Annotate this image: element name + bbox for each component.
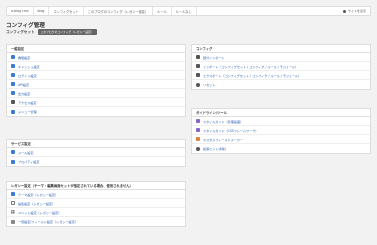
item-label: ユニット設定（レガシー設定） [18, 210, 62, 215]
breadcrumb-item-root[interactable]: a-blog cms [7, 7, 34, 15]
legacy-settings-panel: レガシー設定（テーマ・編集画面セットが指定されている場合、使用されません） テー… [6, 181, 186, 227]
list-item[interactable]: エクスポート（コンフィグセット / コンフィグ / ルール / モジュール） [192, 71, 370, 80]
list-item[interactable]: キャッシュ設定 [7, 62, 185, 71]
grid-icon [11, 210, 15, 214]
breadcrumb-item-rule[interactable]: ルール [153, 7, 172, 15]
item-label: API設定 [18, 82, 30, 87]
item-label: カスタムフィールドメーカー [203, 137, 243, 142]
general-settings-panel: 一般設定 機能設定 キャッシュ設定 ログイン設定 API設定 出力設定 アクセス… [6, 44, 186, 117]
list-item[interactable]: 機能設定 [7, 53, 185, 62]
list-item[interactable]: 部分インポート [192, 53, 370, 62]
item-label: スタイルガイド（管理画面） [203, 119, 244, 124]
subtitle-row: コンフィグセット このブログのコンフィグ（レガシー設定） [6, 29, 97, 35]
item-label: メニュー管理 [18, 110, 37, 114]
list-item[interactable]: メール設定 [7, 148, 185, 157]
list-item[interactable]: プロパティ設定 [7, 157, 185, 166]
item-label: テーマ設定（レガシー設定） [18, 192, 59, 197]
palette-icon [196, 128, 200, 132]
breadcrumb-item-configset[interactable]: コンフィグセット [49, 7, 84, 15]
list-item[interactable]: API設定 [7, 80, 185, 89]
item-label: 一覧設定/フィールド設定（レガシー設定） [18, 220, 78, 224]
list-item[interactable]: ユニット設定（レガシー設定） [7, 208, 185, 217]
wrench-icon [11, 82, 15, 86]
export-icon [196, 73, 200, 77]
list-item[interactable]: 編集設定（レガシー設定） [7, 199, 185, 208]
view-site-link[interactable]: サイトを表示 [342, 9, 370, 13]
list-item[interactable]: メニュー管理 [7, 107, 185, 116]
mail-icon [11, 150, 15, 154]
item-label: 部分インポート [203, 55, 225, 60]
panel-heading: サービス設定 [7, 140, 185, 148]
item-label: キャッシュ設定 [18, 64, 40, 69]
list-item[interactable]: ログイン設定 [7, 71, 185, 80]
import-icon [196, 64, 200, 68]
wrench-icon [11, 91, 15, 95]
wrench-icon [11, 73, 15, 77]
item-label: リセット [203, 83, 216, 87]
item-label: 編集設定（レガシー設定） [18, 201, 56, 206]
item-label: メール設定 [18, 150, 34, 155]
reset-icon [196, 82, 200, 87]
item-label: スタイルガイド（CSSフレームワーク） [203, 128, 259, 133]
view-site-label: サイトを表示 [347, 9, 366, 13]
breadcrumb-item-no-rule[interactable]: ルールなし [172, 7, 197, 15]
item-label: エクスポート（コンフィグセット / コンフィグ / ルール / モジュール） [203, 73, 302, 78]
tool-icon [196, 137, 200, 141]
list-item[interactable]: スタイルガイド（CSSフレームワーク） [192, 126, 370, 135]
item-label: プロパティ設定 [18, 160, 40, 164]
list-icon [11, 219, 15, 224]
wrench-icon [11, 109, 15, 114]
wrench-icon [11, 55, 15, 59]
import-icon [196, 55, 200, 59]
item-label: ログイン設定 [18, 73, 37, 78]
wrench-icon [11, 64, 15, 68]
list-item[interactable]: テーマ設定（レガシー設定） [7, 190, 185, 199]
list-item[interactable]: インポート（コンフィグセット / コンフィグ / ルール / モジュール） [192, 62, 370, 71]
item-label: インポート（コンフィグセット / コンフィグ / ルール / モジュール） [203, 64, 299, 69]
hint-icon [196, 146, 200, 151]
breadcrumb-item-blog[interactable]: blog [34, 7, 50, 15]
page-subtitle: コンフィグセット [6, 29, 35, 34]
page-title: コンフィグ管理 [6, 23, 45, 29]
list-item[interactable]: 拡張ヒント(β版) [192, 144, 370, 153]
service-settings-panel: サービス設定 メール設定 プロパティ設定 [6, 139, 186, 167]
list-item[interactable]: 一覧設定/フィールド設定（レガシー設定） [7, 217, 185, 226]
item-label: 機能設定 [18, 55, 31, 60]
config-badge: このブログのコンフィグ（レガシー設定） [37, 29, 97, 35]
list-item[interactable]: スタイルガイド（管理画面） [192, 117, 370, 126]
config-panel: コンフィグ 部分インポート インポート（コンフィグセット / コンフィグ / ル… [191, 44, 371, 90]
list-item[interactable]: カスタムフィールドメーカー [192, 135, 370, 144]
item-label: 拡張ヒント(β版) [203, 147, 226, 151]
item-label: 出力設定 [18, 91, 31, 96]
list-item[interactable]: リセット [192, 80, 370, 89]
pencil-icon [11, 192, 15, 196]
guideline-tools-panel: ガイドライン/ツール スタイルガイド（管理画面） スタイルガイド（CSSフレーム… [191, 108, 371, 154]
wrench-icon [11, 159, 15, 164]
panel-heading: ガイドライン/ツール [192, 109, 370, 117]
panel-heading: コンフィグ [192, 45, 370, 53]
list-item[interactable]: アクセス設定 [7, 98, 185, 107]
panel-heading: レガシー設定（テーマ・編集画面セットが指定されている場合、使用されません） [7, 182, 185, 190]
table-icon [11, 201, 15, 205]
breadcrumb-item-blog-config[interactable]: このブログのコンフィグ（レガシー設定） [84, 7, 154, 15]
globe-icon [342, 9, 346, 13]
item-label: アクセス設定 [18, 100, 37, 105]
list-item[interactable]: 出力設定 [7, 89, 185, 98]
palette-icon [196, 119, 200, 123]
breadcrumb: a-blog cms blog コンフィグセット このブログのコンフィグ（レガシ… [6, 6, 371, 16]
panel-heading: 一般設定 [7, 45, 185, 53]
lock-icon [11, 100, 15, 104]
